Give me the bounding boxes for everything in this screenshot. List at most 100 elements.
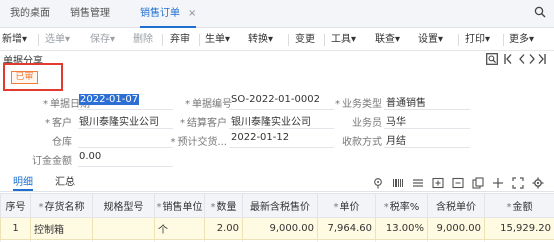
table-cell[interactable]: [92, 217, 155, 240]
record-navigation: [486, 53, 546, 67]
table-cell[interactable]: 控制箱: [30, 217, 93, 240]
column-header[interactable]: 规格型号: [92, 193, 155, 218]
required-mark: *: [210, 202, 216, 213]
table-cell[interactable]: 15,929.20: [484, 217, 554, 240]
biz-type-label: 业务类型: [330, 95, 382, 110]
warehouse-field[interactable]: [78, 147, 173, 148]
tab-my-desktop[interactable]: 我的桌面: [10, 7, 50, 28]
collection-method-field[interactable]: 月结: [386, 132, 406, 147]
settings-button[interactable]: 设置▾: [418, 33, 443, 47]
field-underline: [78, 109, 173, 110]
find-record-icon[interactable]: [486, 53, 498, 65]
doc-no-field[interactable]: SO-2022-01-0002: [231, 94, 320, 105]
tools-button[interactable]: 工具▾: [331, 33, 356, 47]
tab-detail[interactable]: 明细: [13, 173, 33, 191]
chevron-down-icon: ▾: [485, 34, 491, 45]
gear-icon[interactable]: [532, 177, 544, 189]
first-record-icon[interactable]: [503, 53, 513, 65]
field-underline: [384, 128, 470, 129]
required-mark: *: [506, 202, 512, 213]
more-button[interactable]: 更多▾: [509, 33, 534, 47]
required-mark: *: [383, 202, 389, 213]
detail-tab-bar: 明细 汇总: [0, 170, 554, 192]
chevron-down-icon: ▾: [268, 34, 274, 45]
tab-sales-order[interactable]: 销售订单 ×: [140, 7, 197, 28]
chevron-down-icon: ▾: [65, 34, 71, 45]
settle-customer-label: 结算客户: [170, 114, 227, 129]
field-underline: [384, 147, 470, 148]
table-cell[interactable]: 1: [0, 217, 31, 240]
table-tools: [372, 177, 552, 189]
column-header[interactable]: *金额: [484, 193, 554, 218]
chevron-down-icon: ▾: [395, 34, 401, 45]
print-button[interactable]: 打印▾: [465, 33, 490, 47]
toolbar: 新增▾ 选单▾ 保存▾ 删除 弃审 生单▾ 转换▾ 变更 工具▾ 联查▾ 设置▾…: [0, 29, 554, 51]
save-button[interactable]: 保存▾: [90, 33, 115, 47]
table-cell[interactable]: 7,964.60: [317, 217, 376, 240]
column-header[interactable]: 最新含税售价: [242, 193, 318, 218]
detail-table: 序号 *存货名称 规格型号 *销售单位 *数量 最新含税售价 *单价 *税率% …: [0, 193, 554, 242]
field-underline: [78, 128, 173, 129]
customer-field[interactable]: 银川泰隆实业公司: [79, 113, 159, 128]
convert-button[interactable]: 转换▾: [248, 33, 273, 47]
column-header[interactable]: 含税单价: [427, 193, 485, 218]
tab-summary[interactable]: 汇总: [55, 173, 75, 188]
move-row-icon[interactable]: [492, 177, 504, 189]
tab-sales-management[interactable]: 销售管理: [70, 7, 110, 28]
column-header[interactable]: *税率%: [375, 193, 428, 218]
column-header[interactable]: 序号: [0, 193, 31, 218]
column-header[interactable]: *数量: [204, 193, 243, 218]
insert-row-icon[interactable]: [432, 177, 444, 189]
customer-label: 客户: [20, 114, 72, 129]
new-button[interactable]: 新增▾: [2, 33, 27, 47]
table-header-row: 序号 *存货名称 规格型号 *销售单位 *数量 最新含税售价 *单价 *税率% …: [0, 193, 554, 218]
field-underline: [229, 128, 334, 129]
table-row[interactable]: 1 控制箱 个 2.00 9,000.00 7,964.60 13.00% 9,…: [0, 217, 554, 240]
select-order-button[interactable]: 选单▾: [45, 33, 70, 47]
chevron-down-icon: ▾: [351, 34, 357, 45]
column-header[interactable]: *单价: [317, 193, 376, 218]
last-record-icon[interactable]: [537, 53, 547, 65]
copy-row-icon[interactable]: [472, 177, 484, 189]
fullscreen-icon[interactable]: [512, 177, 524, 189]
salesman-label: 业务员: [352, 118, 382, 129]
deposit-field[interactable]: 0.00: [79, 151, 101, 162]
chevron-down-icon: ▾: [22, 34, 28, 45]
settle-customer-field[interactable]: 银川泰隆实业公司: [231, 113, 311, 128]
change-button[interactable]: 变更: [295, 33, 315, 47]
biz-type-field[interactable]: 普通销售: [386, 94, 426, 109]
chevron-down-icon: ▾: [438, 34, 444, 45]
required-mark: *: [38, 202, 44, 213]
search-icon[interactable]: [534, 6, 546, 18]
abandon-review-button[interactable]: 弃审: [170, 33, 190, 47]
doc-date-field[interactable]: 2022-01-07: [79, 94, 140, 105]
previous-record-icon[interactable]: [518, 53, 526, 65]
table-cell[interactable]: 2.00: [204, 217, 243, 240]
deposit-label: 订金金额: [32, 156, 72, 167]
close-icon[interactable]: ×: [188, 8, 196, 19]
column-header[interactable]: *存货名称: [30, 193, 93, 218]
generate-order-button[interactable]: 生单▾: [205, 33, 230, 47]
expected-date-field[interactable]: 2022-01-12: [231, 132, 289, 143]
chevron-down-icon: ▾: [110, 34, 116, 45]
delete-row-icon[interactable]: [452, 177, 464, 189]
field-underline: [229, 109, 334, 110]
delete-button[interactable]: 删除: [133, 33, 153, 47]
tab-bar: 我的桌面 销售管理 销售订单 ×: [0, 0, 554, 28]
barcode-icon[interactable]: [392, 177, 404, 189]
table-cell[interactable]: 9,000.00: [242, 217, 318, 240]
toolbar-divider: [503, 34, 504, 46]
salesman-field[interactable]: 马华: [386, 113, 406, 128]
next-record-icon[interactable]: [528, 53, 536, 65]
table-cell[interactable]: 个: [154, 217, 205, 240]
table-cell[interactable]: 9,000.00: [427, 217, 485, 240]
toolbar-divider: [162, 34, 163, 46]
list-icon[interactable]: [412, 177, 424, 189]
table-cell[interactable]: 13.00%: [375, 217, 428, 240]
tab-label: 销售订单: [140, 8, 180, 19]
query-button[interactable]: 联查▾: [375, 33, 400, 47]
column-header[interactable]: *销售单位: [154, 193, 205, 218]
collection-method-label: 收款方式: [342, 137, 382, 148]
toolbar-divider: [324, 34, 325, 46]
location-icon[interactable]: [372, 177, 384, 189]
